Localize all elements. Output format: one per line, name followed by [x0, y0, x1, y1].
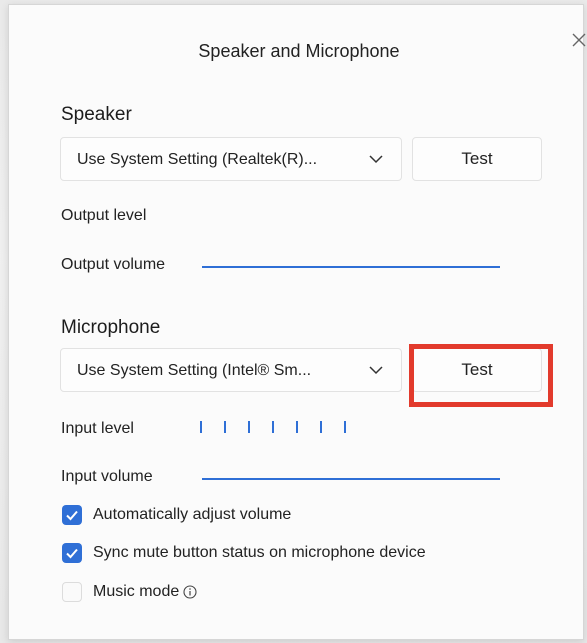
- level-tick: [320, 421, 322, 433]
- close-icon[interactable]: [569, 31, 587, 51]
- microphone-heading: Microphone: [61, 317, 161, 338]
- auto-adjust-label: Automatically adjust volume: [93, 506, 292, 523]
- checkmark-icon: [66, 548, 78, 559]
- level-tick: [344, 421, 346, 433]
- speaker-heading: Speaker: [61, 104, 132, 125]
- speaker-device-select[interactable]: Use System Setting (Realtek(R)...: [60, 137, 402, 181]
- output-level-label: Output level: [61, 207, 147, 224]
- microphone-device-value: Use System Setting (Intel® Sm...: [77, 362, 312, 379]
- chevron-down-icon: [367, 150, 385, 168]
- level-tick: [200, 421, 202, 433]
- level-tick: [272, 421, 274, 433]
- speaker-device-value: Use System Setting (Realtek(R)...: [77, 151, 318, 168]
- sync-mute-checkbox[interactable]: [62, 543, 82, 563]
- info-icon[interactable]: [183, 585, 197, 599]
- level-tick: [248, 421, 250, 433]
- sync-mute-label: Sync mute button status on microphone de…: [93, 544, 426, 561]
- microphone-test-button[interactable]: Test: [412, 348, 542, 392]
- checkmark-icon: [66, 510, 78, 521]
- dialog-title: Speaker and Microphone: [198, 41, 400, 61]
- microphone-device-select[interactable]: Use System Setting (Intel® Sm...: [60, 348, 402, 392]
- input-volume-slider[interactable]: [202, 478, 500, 480]
- chevron-down-icon: [367, 361, 385, 379]
- music-mode-text: Music mode: [93, 582, 197, 602]
- input-level-label: Input level: [61, 420, 134, 437]
- level-tick: [296, 421, 298, 433]
- level-tick: [224, 421, 226, 433]
- auto-adjust-checkbox[interactable]: [62, 505, 82, 525]
- output-volume-slider[interactable]: [202, 266, 500, 268]
- output-volume-label: Output volume: [61, 256, 166, 273]
- music-mode-label: Music mode: [93, 583, 180, 600]
- music-mode-checkbox[interactable]: [62, 582, 82, 602]
- input-volume-label: Input volume: [61, 468, 153, 485]
- speaker-test-button[interactable]: Test: [412, 137, 542, 181]
